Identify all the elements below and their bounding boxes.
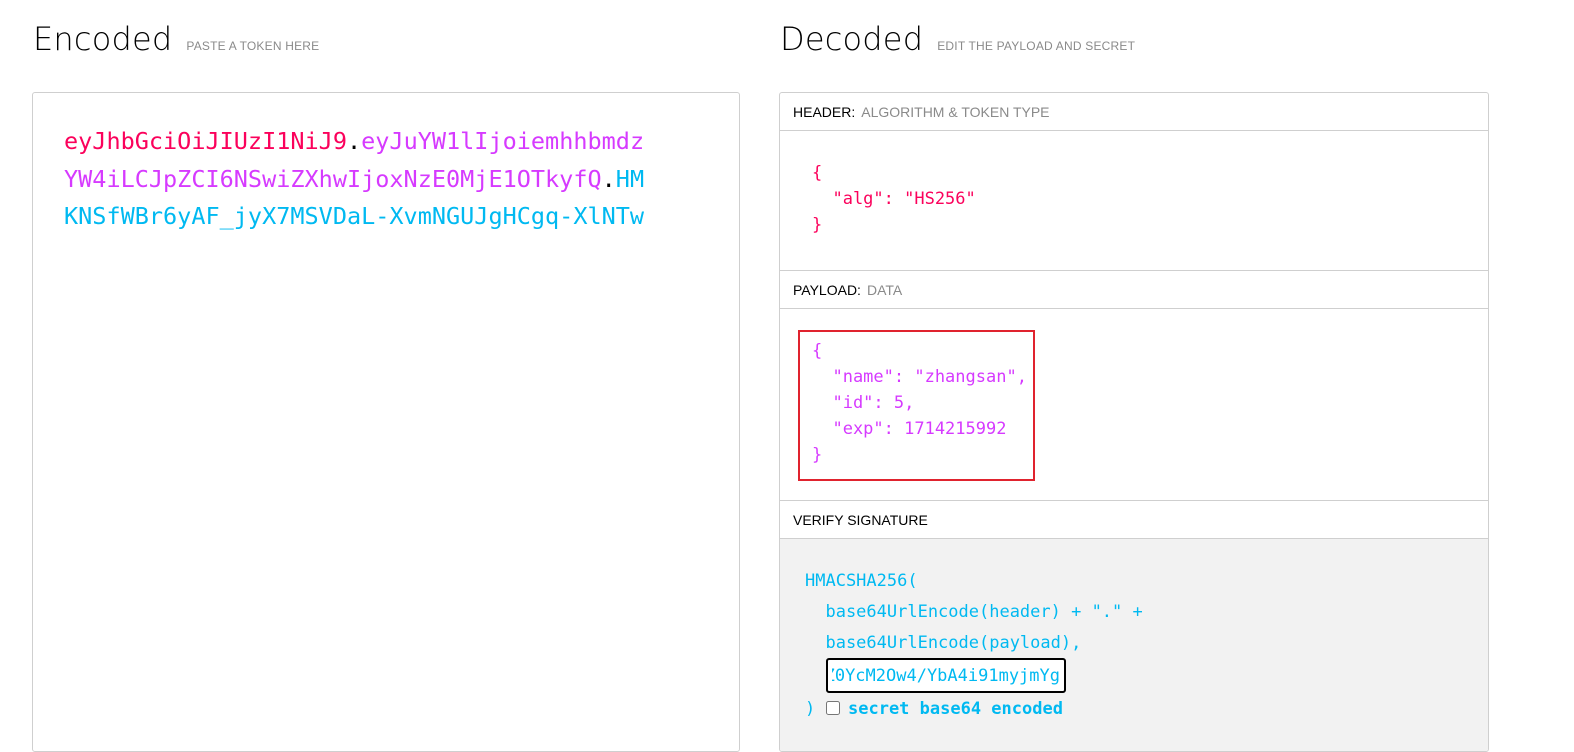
close-paren: )	[805, 699, 816, 719]
encoded-subtitle: PASTE A TOKEN HERE	[186, 39, 320, 53]
verify-label: VERIFY SIGNATURE	[793, 511, 928, 528]
secret-base64-label[interactable]: secret base64 encoded	[848, 699, 1063, 719]
token-dot-1: .	[346, 127, 362, 155]
decoded-title: Decoded	[780, 20, 924, 58]
payload-label: PAYLOAD:	[793, 281, 861, 298]
encoded-token-editor[interactable]: eyJhbGciOiJIUzI1NiJ9.eyJuYW1lIjoiemhhbmd…	[32, 92, 740, 752]
token-dot-2: .	[601, 164, 616, 193]
payload-sublabel: DATA	[866, 281, 903, 298]
secret-base64-checkbox[interactable]	[826, 701, 840, 715]
encoded-heading: Encoded PASTE A TOKEN HERE	[33, 20, 319, 58]
payload-json-editor[interactable]: { "name": "zhangsan", "id": 5, "exp": 17…	[812, 338, 1027, 468]
verify-section-title: VERIFY SIGNATURE	[780, 500, 1488, 539]
encoded-token-text[interactable]: eyJhbGciOiJIUzI1NiJ9.eyJuYW1lIjoiemhhbmd…	[64, 123, 654, 236]
encoded-title: Encoded	[33, 20, 173, 58]
header-section-title: HEADER: ALGORITHM & TOKEN TYPE	[780, 93, 1488, 131]
token-header-part: eyJhbGciOiJIUzI1NiJ9	[64, 127, 347, 155]
header-sublabel: ALGORITHM & TOKEN TYPE	[861, 103, 1050, 120]
verify-signature-body: HMACSHA256( base64UrlEncode(header) + ".…	[780, 539, 1488, 751]
verify-code: HMACSHA256( base64UrlEncode(header) + ".…	[805, 571, 1143, 653]
payload-section-title: PAYLOAD: DATA	[780, 270, 1488, 309]
secret-input[interactable]	[826, 658, 1066, 693]
header-json-editor[interactable]: { "alg": "HS256" }	[812, 160, 976, 238]
decoded-heading: Decoded EDIT THE PAYLOAD AND SECRET	[780, 20, 1135, 58]
decoded-panel: HEADER: ALGORITHM & TOKEN TYPE { "alg": …	[779, 92, 1489, 752]
header-label: HEADER:	[793, 103, 856, 120]
decoded-subtitle: EDIT THE PAYLOAD AND SECRET	[937, 39, 1136, 53]
